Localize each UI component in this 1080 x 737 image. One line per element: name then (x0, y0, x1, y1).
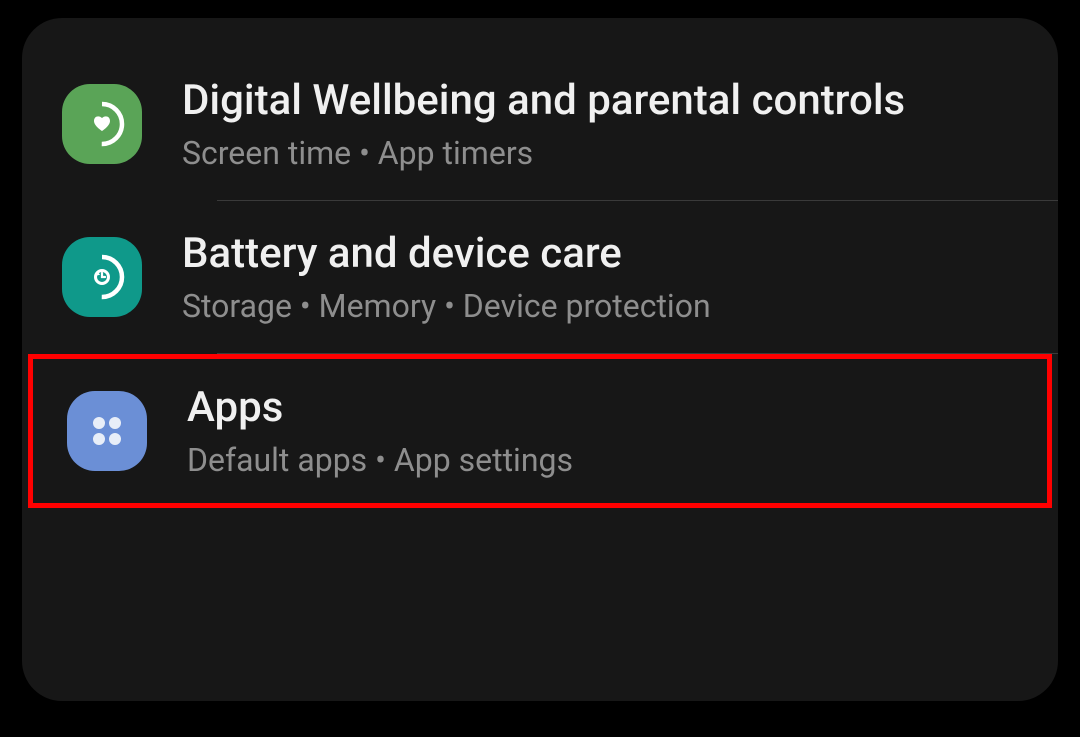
highlight-annotation: Apps Default apps • App settings (28, 354, 1052, 508)
settings-item-subtitle: Default apps • App settings (187, 441, 1013, 479)
apps-icon (67, 391, 147, 471)
settings-item-text: Apps Default apps • App settings (187, 383, 1013, 479)
settings-panel: Digital Wellbeing and parental controls … (22, 18, 1058, 701)
settings-item-subtitle: Screen time • App timers (182, 134, 1018, 172)
settings-item-battery-device-care[interactable]: Battery and device care Storage • Memory… (22, 201, 1058, 353)
settings-item-text: Digital Wellbeing and parental controls … (182, 76, 1018, 172)
settings-item-text: Battery and device care Storage • Memory… (182, 229, 1018, 325)
battery-device-care-icon (62, 237, 142, 317)
settings-item-digital-wellbeing[interactable]: Digital Wellbeing and parental controls … (22, 48, 1058, 200)
settings-item-apps[interactable]: Apps Default apps • App settings (33, 359, 1047, 503)
settings-item-title: Battery and device care (182, 229, 1018, 279)
settings-item-subtitle: Storage • Memory • Device protection (182, 287, 1018, 325)
settings-item-title: Digital Wellbeing and parental controls (182, 76, 1018, 126)
digital-wellbeing-icon (62, 84, 142, 164)
settings-item-title: Apps (187, 383, 1013, 433)
